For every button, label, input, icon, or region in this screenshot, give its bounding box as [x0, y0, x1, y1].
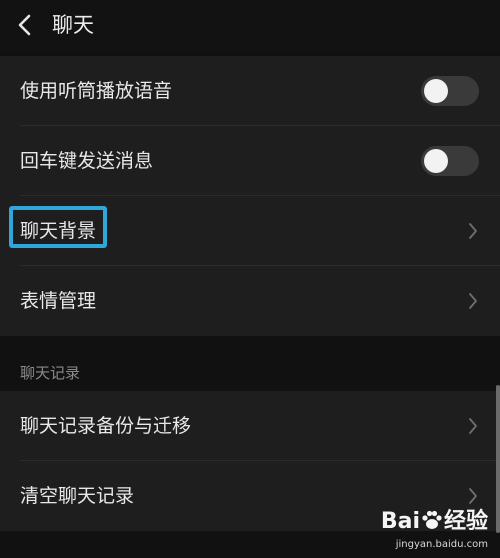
scrollbar[interactable]	[496, 385, 500, 533]
chat-history-section-header: 聊天记录	[20, 364, 81, 382]
sticker-management-label: 表情管理	[20, 290, 97, 312]
use-earpiece-row: 使用听筒播放语音	[0, 56, 500, 126]
chevron-right-icon	[469, 223, 477, 239]
watermark-url: jingyan.baidu.com	[395, 539, 488, 550]
enter-to-send-toggle[interactable]	[421, 146, 479, 176]
chat-settings-group: 使用听筒播放语音 回车键发送消息 聊天背景 表情管理	[0, 56, 500, 336]
use-earpiece-toggle[interactable]	[421, 76, 479, 106]
enter-to-send-label: 回车键发送消息	[20, 150, 154, 172]
chat-background-label: 聊天背景	[9, 206, 107, 248]
highlight-box	[9, 206, 107, 248]
top-bar: 聊天	[0, 0, 500, 52]
sticker-management-row[interactable]: 表情管理	[0, 266, 500, 336]
toggle-knob	[424, 149, 448, 173]
backup-migrate-row[interactable]: 聊天记录备份与迁移	[0, 391, 500, 461]
chevron-right-icon	[469, 293, 477, 309]
enter-to-send-row: 回车键发送消息	[0, 126, 500, 196]
chat-history-group: 聊天记录备份与迁移 清空聊天记录	[0, 391, 500, 531]
backup-migrate-label: 聊天记录备份与迁移	[20, 415, 192, 437]
chat-background-row[interactable]: 聊天背景	[0, 196, 500, 266]
chevron-right-icon	[469, 418, 477, 434]
toggle-knob	[424, 79, 448, 103]
clear-history-label: 清空聊天记录	[20, 485, 135, 507]
clear-history-row[interactable]: 清空聊天记录	[0, 461, 500, 531]
use-earpiece-label: 使用听筒播放语音	[20, 80, 173, 102]
chevron-right-icon	[469, 488, 477, 504]
page-title: 聊天	[52, 13, 94, 37]
chevron-left-icon[interactable]	[14, 12, 36, 38]
